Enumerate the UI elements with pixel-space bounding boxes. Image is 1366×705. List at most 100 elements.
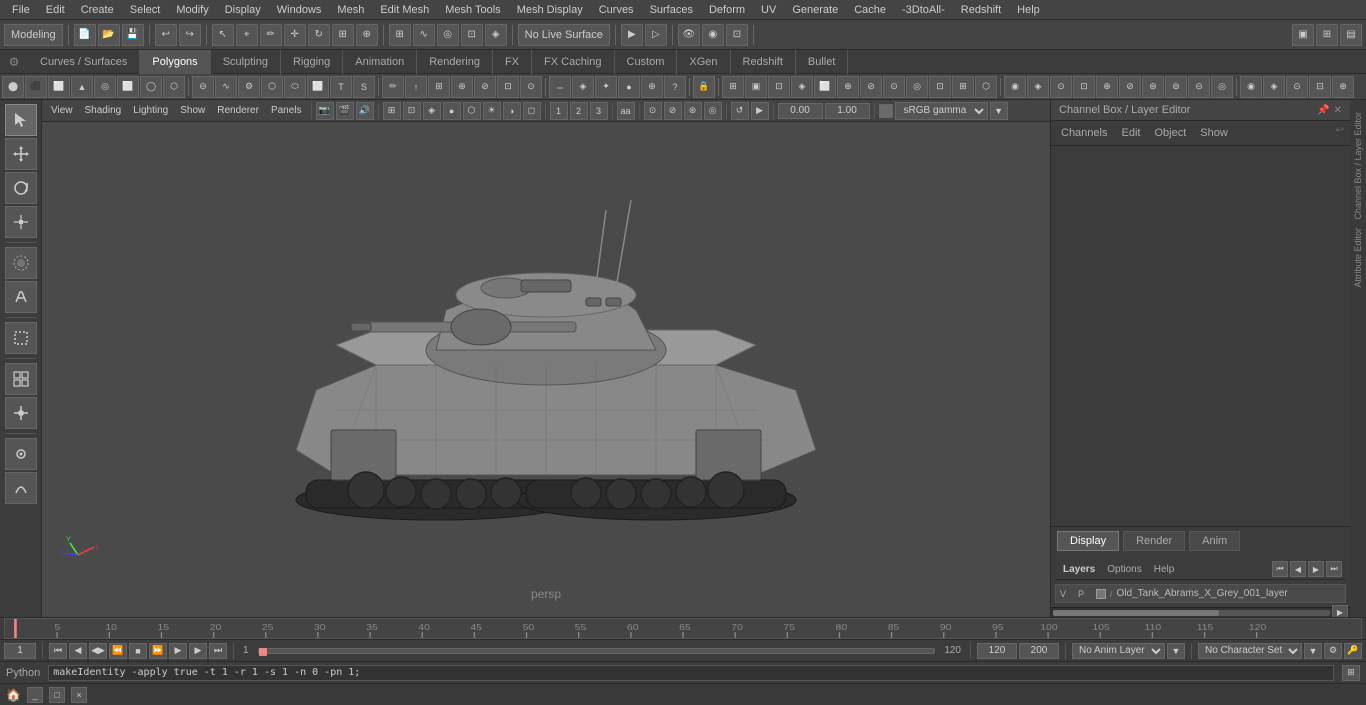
transform-constraints-btn[interactable]	[5, 397, 37, 429]
anim-layer-btn[interactable]: ▼	[1167, 643, 1185, 659]
timeline-area[interactable]: 5 10 15 20 25 30 35 40 45	[0, 617, 1366, 639]
fill-hole-icon[interactable]: ●	[618, 76, 640, 98]
current-frame-input[interactable]	[4, 643, 36, 659]
window-close-btn[interactable]: ×	[71, 687, 87, 703]
soccer-ball-icon[interactable]: ⬡	[261, 76, 283, 98]
snap-point-btn[interactable]: ◎	[437, 24, 459, 46]
snap-together-btn[interactable]	[5, 438, 37, 470]
panel-layout-10[interactable]: ⊡	[929, 76, 951, 98]
extract-icon[interactable]: ⊡	[497, 76, 519, 98]
menu-surfaces[interactable]: Surfaces	[642, 2, 701, 18]
tab-animation[interactable]: Animation	[343, 50, 417, 74]
viewport-3d[interactable]: persp X Y Z	[42, 122, 1050, 617]
redo-btn[interactable]: ↪	[179, 24, 201, 46]
panel-layout-2[interactable]: ▣	[745, 76, 767, 98]
iso-2-icon[interactable]: 2	[570, 102, 588, 120]
isolate-btn[interactable]: ◉	[702, 24, 724, 46]
panel-layout-1[interactable]: ⊞	[722, 76, 744, 98]
attribute-editor-strip-label[interactable]: Attribute Editor	[1352, 224, 1364, 292]
range-start-input[interactable]	[977, 643, 1017, 659]
bt-tab-anim[interactable]: Anim	[1189, 531, 1240, 551]
paint-btn[interactable]: ✏	[260, 24, 282, 46]
panel-extra-15[interactable]: ⊕	[1332, 76, 1354, 98]
iso-3-icon[interactable]: 3	[590, 102, 608, 120]
snap-surface-btn[interactable]: ⊡	[461, 24, 483, 46]
renderer-menu-btn[interactable]: Renderer	[212, 104, 264, 117]
menu-deform[interactable]: Deform	[701, 2, 753, 18]
save-scene-btn[interactable]: 💾	[122, 24, 144, 46]
panel-layout-4[interactable]: ◈	[791, 76, 813, 98]
extrude-icon[interactable]: ↑	[405, 76, 427, 98]
panel-extra-5[interactable]: ⊕	[1096, 76, 1118, 98]
filmstrip-icon[interactable]: 🎬	[336, 102, 354, 120]
play-back-btn[interactable]: ◀▶	[89, 643, 107, 659]
layer-visibility-toggle[interactable]: V	[1060, 589, 1074, 599]
xray-icon[interactable]: ◻	[523, 102, 541, 120]
gear-icon[interactable]: ⚙	[238, 76, 260, 98]
render-btn[interactable]: ▶	[621, 24, 643, 46]
move-btn[interactable]: ✛	[284, 24, 306, 46]
layers-nav-prev[interactable]: ◀	[1290, 561, 1306, 577]
translate-y-input[interactable]	[825, 103, 870, 119]
layer-row[interactable]: V P / Old_Tank_Abrams_X_Grey_001_layer	[1055, 584, 1346, 603]
layers-nav-end[interactable]: ⏭	[1326, 561, 1342, 577]
menu-uv[interactable]: UV	[753, 2, 784, 18]
select-btn[interactable]: ↖	[212, 24, 234, 46]
range-slider-track[interactable]	[259, 649, 935, 653]
layers-nav-start[interactable]: ⏮	[1272, 561, 1288, 577]
sphere-icon[interactable]: ⬤	[2, 76, 24, 98]
snap-view-btn[interactable]: ◈	[485, 24, 507, 46]
layer-playback-toggle[interactable]: P	[1078, 589, 1092, 599]
gate-icon[interactable]: ⊘	[664, 102, 682, 120]
tab-rendering[interactable]: Rendering	[417, 50, 493, 74]
panel-layout-8[interactable]: ⊙	[883, 76, 905, 98]
python-label[interactable]: Python	[6, 667, 40, 679]
cb-tab-edit[interactable]: Edit	[1117, 125, 1144, 141]
playback-settings-btn[interactable]: ⚙	[1324, 643, 1342, 659]
universal-btn[interactable]: ⊕	[356, 24, 378, 46]
wireframe-icon[interactable]: ◈	[423, 102, 441, 120]
camera-icon[interactable]: 📷	[316, 102, 334, 120]
menu-mesh-display[interactable]: Mesh Display	[509, 2, 591, 18]
cleanup-icon[interactable]: ✦	[595, 76, 617, 98]
goto-end-btn[interactable]: ⏭	[209, 643, 227, 659]
panel-extra-14[interactable]: ⊡	[1309, 76, 1331, 98]
auto-key-btn[interactable]: 🔑	[1344, 643, 1362, 659]
panel-extra-13[interactable]: ⊙	[1286, 76, 1308, 98]
script-editor-btn[interactable]: ⊞	[1342, 665, 1360, 681]
tab-rigging[interactable]: Rigging	[281, 50, 343, 74]
aa-icon[interactable]: aa	[617, 102, 635, 120]
menu-windows[interactable]: Windows	[269, 2, 330, 18]
color-expand-icon[interactable]: ▼	[990, 102, 1008, 120]
boolean-icon[interactable]: ⊙	[520, 76, 542, 98]
step-fwd-btn[interactable]: ▶	[189, 643, 207, 659]
tab-custom[interactable]: Custom	[615, 50, 678, 74]
panel-pin-btn[interactable]: 📌	[1317, 105, 1329, 116]
menu-mesh-tools[interactable]: Mesh Tools	[437, 2, 508, 18]
menu-create[interactable]: Create	[73, 2, 122, 18]
rotate-tool-btn[interactable]	[5, 172, 37, 204]
layers-nav-next[interactable]: ▶	[1308, 561, 1324, 577]
char-set-btn[interactable]: ▼	[1304, 643, 1322, 659]
layers-options-btn[interactable]: Options	[1103, 562, 1145, 577]
panel-extra-12[interactable]: ◈	[1263, 76, 1285, 98]
super-ellipse-icon[interactable]: ⬭	[284, 76, 306, 98]
select-tool-btn[interactable]	[5, 104, 37, 136]
panel-layout-6[interactable]: ⊕	[837, 76, 859, 98]
frame-btn[interactable]: ⊡	[726, 24, 748, 46]
color-space-dropdown[interactable]: sRGB gamma	[895, 102, 988, 120]
panel-layout-7[interactable]: ⊘	[860, 76, 882, 98]
tab-fx[interactable]: FX	[493, 50, 532, 74]
torus-icon[interactable]: ◎	[94, 76, 116, 98]
cone-icon[interactable]: ▲	[71, 76, 93, 98]
panel-layout-3[interactable]: ⊡	[768, 76, 790, 98]
window-restore-btn[interactable]: □	[49, 687, 65, 703]
panels-menu-btn[interactable]: Panels	[266, 104, 307, 117]
panel-layout-5[interactable]: ⬜	[814, 76, 836, 98]
undo-btn[interactable]: ↩	[155, 24, 177, 46]
solid-icon[interactable]: ⬜	[307, 76, 329, 98]
snap-curve-btn[interactable]: ∿	[413, 24, 435, 46]
shade-icon[interactable]: ●	[443, 102, 461, 120]
layout-btn-1[interactable]: ▣	[1292, 24, 1314, 46]
panel-close-btn[interactable]: ✕	[1334, 105, 1342, 116]
